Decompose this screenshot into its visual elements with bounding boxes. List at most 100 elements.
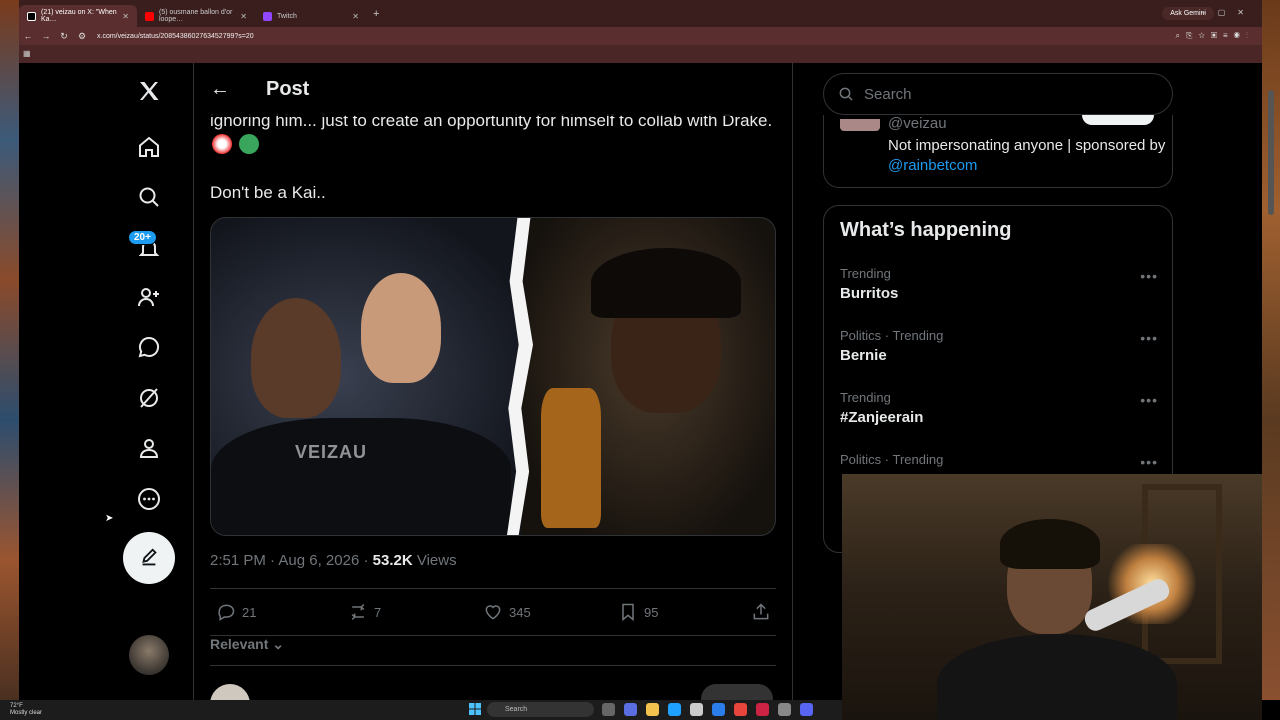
edge-icon[interactable]: [668, 703, 681, 716]
app-icon[interactable]: [778, 703, 791, 716]
store-icon[interactable]: [690, 703, 703, 716]
trend-item[interactable]: Trending Burritos •••: [840, 266, 1158, 316]
site-info-icon[interactable]: ⚙: [73, 31, 91, 42]
repost-button[interactable]: 7: [348, 602, 381, 622]
chrome-icon[interactable]: [734, 703, 747, 716]
trend-context: Politics · Trending: [840, 328, 944, 343]
copilot-icon[interactable]: [624, 703, 637, 716]
share-button[interactable]: [751, 602, 771, 622]
chevron-down-icon: ⌄: [272, 636, 284, 652]
webcam-person-hair: [1000, 519, 1100, 569]
weather-widget[interactable]: 72°F Mostly clear: [10, 703, 42, 717]
messages-icon[interactable]: [136, 334, 162, 360]
divider: [210, 588, 776, 589]
person-figure: [251, 298, 341, 418]
grok-icon[interactable]: [136, 385, 162, 411]
clothing-shape: [211, 418, 511, 535]
browser-tab-youtube[interactable]: (5) ousmane ballon d'or loope… ✕: [137, 5, 255, 27]
more-options-icon[interactable]: [136, 486, 162, 512]
section-title: What’s happening: [840, 219, 1012, 241]
promo-bio-text: Not impersonating anyone | sponsored by: [888, 137, 1166, 154]
meta-separator: ·: [363, 552, 373, 569]
close-icon[interactable]: ✕: [352, 12, 359, 21]
compose-post-button[interactable]: [123, 532, 175, 584]
repost-icon: [351, 603, 365, 621]
promo-avatar[interactable]: [840, 119, 880, 131]
promo-link[interactable]: @rainbetcom: [888, 157, 977, 174]
tab-label: Twitch: [277, 12, 297, 20]
url-field[interactable]: x.com/veizau/status/2085438602763452799?…: [97, 33, 254, 40]
reload-icon[interactable]: ↻: [55, 31, 73, 42]
back-icon[interactable]: ←: [19, 31, 37, 41]
account-avatar[interactable]: [129, 635, 169, 675]
reply-icon: [218, 604, 235, 621]
home-icon[interactable]: [136, 134, 162, 160]
x-favicon-icon: [27, 11, 36, 21]
desktop-wallpaper-left: [0, 0, 19, 700]
notification-count-badge: 20+: [128, 230, 157, 245]
promo-bio: Not impersonating anyone | sponsored by …: [888, 136, 1168, 176]
trend-name: #Zanjeerain: [840, 409, 924, 426]
trend-item[interactable]: Trending #Zanjeerain •••: [840, 390, 1158, 440]
post-header: ← Post: [194, 63, 792, 116]
explore-search-icon[interactable]: [136, 184, 162, 210]
search-box[interactable]: [823, 73, 1173, 115]
main-column: ignoring him... just to create an opport…: [193, 63, 793, 720]
forward-icon[interactable]: →: [37, 31, 55, 41]
sort-label: Relevant: [210, 636, 269, 652]
task-view-icon[interactable]: [602, 703, 615, 716]
trend-context: Trending: [840, 266, 891, 281]
image-watermark: VEIZAU: [295, 442, 368, 462]
new-tab-button[interactable]: +: [373, 8, 379, 20]
post-time[interactable]: 2:51 PM: [210, 552, 266, 569]
apps-grid-icon[interactable]: ▦: [23, 49, 31, 58]
trend-name: Bernie: [840, 347, 887, 364]
twitch-favicon-icon: [263, 11, 272, 21]
reply-sort-dropdown[interactable]: Relevant ⌄: [210, 636, 284, 653]
follow-button[interactable]: [1082, 115, 1154, 125]
more-dots-icon[interactable]: •••: [1140, 268, 1158, 284]
page-scrollbar[interactable]: [1268, 90, 1274, 215]
reply-button[interactable]: 21: [216, 602, 256, 622]
search-input[interactable]: [864, 85, 1154, 103]
windows-start-icon[interactable]: [469, 703, 481, 715]
window-controls[interactable]: –▢✕: [1201, 8, 1256, 17]
taskbar-search[interactable]: Search: [487, 702, 594, 717]
tweet-image[interactable]: VEIZAU: [210, 217, 776, 536]
search-icon: [839, 87, 853, 101]
app-icon[interactable]: [756, 703, 769, 716]
more-dots-icon[interactable]: •••: [1140, 330, 1158, 346]
file-explorer-icon[interactable]: [646, 703, 659, 716]
like-button[interactable]: 345: [483, 602, 531, 622]
address-bar-row: ← → ↻ ⚙ x.com/veizau/status/208543860276…: [19, 27, 1262, 45]
mail-icon[interactable]: [712, 703, 725, 716]
more-dots-icon[interactable]: •••: [1140, 392, 1158, 408]
close-icon[interactable]: ✕: [122, 12, 129, 21]
back-arrow-icon[interactable]: ←: [210, 78, 230, 101]
taskbar-apps: [602, 703, 813, 716]
bookmark-button[interactable]: 95: [618, 602, 658, 622]
trend-context: Politics · Trending: [840, 452, 944, 467]
person-figure: [361, 273, 441, 383]
more-dots-icon[interactable]: •••: [1140, 454, 1158, 470]
webcam-overlay: [842, 474, 1262, 720]
x-logo-icon[interactable]: [136, 78, 162, 104]
trend-context: Trending: [840, 390, 891, 405]
profile-icon[interactable]: [136, 435, 162, 461]
trend-item[interactable]: Politics · Trending Bernie •••: [840, 328, 1158, 378]
views-label: Views: [416, 552, 457, 569]
tweet-text-line: Don't be a Kai..: [210, 183, 326, 202]
post-date[interactable]: Aug 6, 2026: [278, 552, 359, 569]
page-title: Post: [266, 78, 310, 100]
youtube-favicon-icon: [145, 11, 154, 21]
close-icon[interactable]: ✕: [240, 12, 247, 21]
promo-handle[interactable]: @veizau: [888, 115, 947, 132]
browser-tab-twitch[interactable]: Twitch ✕: [255, 5, 367, 27]
promo-card: @veizau Not impersonating anyone | spons…: [823, 115, 1173, 188]
browser-toolbar-icons[interactable]: ⌕⎘☆▣≡◉⋮: [1176, 31, 1255, 41]
browser-tab-x[interactable]: (21) veizau on X: "When Ka… ✕: [19, 5, 137, 27]
windows-taskbar: 72°F Mostly clear Search: [0, 700, 842, 720]
share-icon: [753, 603, 769, 620]
follow-person-icon[interactable]: [136, 284, 162, 310]
discord-icon[interactable]: [800, 703, 813, 716]
